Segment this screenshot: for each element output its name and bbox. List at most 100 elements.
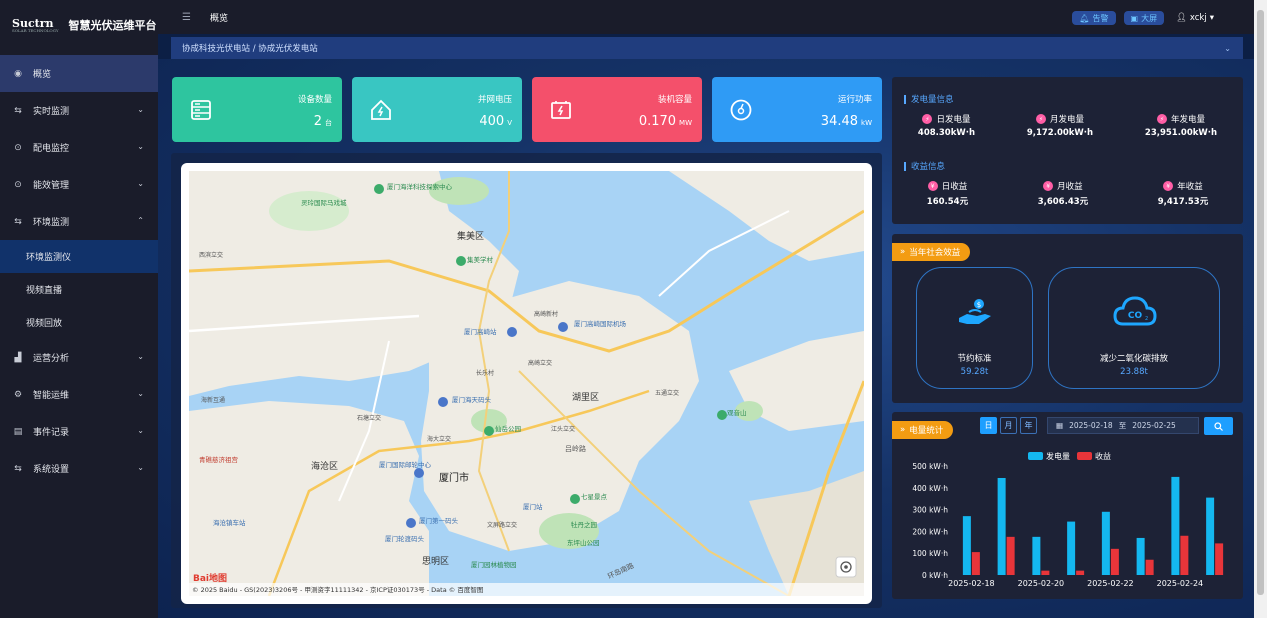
sidebar-item-label: 能效管理	[33, 181, 70, 191]
user-menu[interactable]: 👤︎ xckj ▾	[1176, 13, 1214, 23]
top-actions: 🔔︎ 告警 ▣ 大屏 👤︎ xckj ▾	[1072, 11, 1214, 25]
power-stats-panel: » 电量统计 日 月 年 ▦ 2025-02-18 至 2025-02-25 发…	[892, 412, 1243, 599]
baidu-map[interactable]: 集美区 湖里区 海沧区 厦门市 思明区 厦门高崎国际机场 厦门高崎站 集美学村 …	[189, 171, 864, 596]
map-label-botany: 厦门园林植物园	[471, 560, 517, 569]
legend-swatch	[1077, 452, 1092, 460]
user-icon: 👤︎	[1176, 13, 1187, 23]
map-label-qipan: 七星景点	[581, 492, 608, 501]
chevron-down-icon: ⌄	[137, 463, 144, 472]
chevron-down-icon: ⌄	[137, 352, 144, 361]
map-marker-guanyin[interactable]	[717, 410, 727, 420]
chevron-down-icon: ⌄	[137, 105, 144, 114]
breadcrumb-text: 协成科技光伏电站 / 协成光伏发电站	[182, 44, 318, 54]
stat-value: 23,951.00kW·h	[1144, 128, 1218, 138]
page-scrollbar[interactable]	[1254, 0, 1267, 618]
sidebar-item-records[interactable]: ▤ 事件记录 ⌄	[0, 413, 158, 450]
map-label-jimei: 集美区	[457, 230, 484, 242]
map-marker-jimei-village[interactable]	[456, 256, 466, 266]
date-end: 2025-02-25	[1132, 421, 1176, 430]
map-label-science: 厦门海洋科技探索中心	[387, 182, 453, 191]
sidebar-item-environment[interactable]: ⇆ 环境监测 ⌃	[0, 203, 158, 240]
map-marker-dock[interactable]	[438, 397, 448, 407]
map-label-guanyin: 观音山	[727, 408, 747, 417]
gauge-icon	[730, 99, 752, 121]
bigscreen-button[interactable]: ▣ 大屏	[1123, 11, 1165, 25]
sidebar-item-overview[interactable]: ◉ 概览	[0, 55, 158, 92]
map-marker-qipan[interactable]	[570, 494, 580, 504]
kpi-number: 0.170	[638, 114, 677, 129]
sidebar-subitem-live[interactable]: 视频直播	[0, 273, 158, 306]
tab-year[interactable]: 年	[1020, 417, 1037, 434]
map-label-lingling: 灵玲国际马戏城	[301, 198, 347, 207]
bigscreen-label: 大屏	[1141, 13, 1158, 23]
sidebar-item-realtime[interactable]: ⇆ 实时监测 ⌄	[0, 92, 158, 129]
chevron-down-icon: ⌄	[137, 426, 144, 435]
chevron-down-icon[interactable]: ⌄	[1224, 44, 1231, 53]
sidebar-item-label: 智能运维	[33, 391, 70, 401]
sidebar-item-maintenance[interactable]: ⚙ 智能运维 ⌄	[0, 376, 158, 413]
sidebar-item-analysis[interactable]: ▟ 运营分析 ⌄	[0, 339, 158, 376]
kpi-number: 400	[479, 114, 505, 129]
lightning-icon: ⚡	[922, 114, 933, 124]
sidebar-item-settings[interactable]: ⇆ 系统设置 ⌄	[0, 450, 158, 487]
search-icon	[1214, 421, 1223, 431]
sidebar-subitem-monitor[interactable]: 环境监测仪	[0, 240, 158, 273]
bar-revenue	[1145, 559, 1154, 575]
eco-card-co2: CO 2 减少二氧化碳排放 23.88t	[1048, 267, 1220, 389]
tab-day[interactable]: 日	[980, 417, 997, 434]
settings-icon: ⇆	[14, 463, 22, 474]
map-marker-park[interactable]	[484, 426, 494, 436]
map-label-dock: 厦门海天码头	[452, 395, 492, 404]
stat-label: 日发电量	[936, 115, 971, 125]
stat-day-revenue: ¥ 日收益 160.54元	[927, 180, 968, 207]
map-marker-ferry[interactable]	[406, 518, 416, 528]
date-range-picker[interactable]: ▦ 2025-02-18 至 2025-02-25	[1047, 417, 1199, 434]
search-button[interactable]	[1204, 417, 1233, 435]
kpi-label: 装机容量	[657, 95, 692, 105]
menu-toggle-icon[interactable]: ☰	[182, 12, 194, 23]
map-marker-plane[interactable]	[558, 322, 568, 332]
bar-generation	[997, 477, 1006, 575]
y-tick-label: 100 kW·h	[912, 549, 948, 558]
map-label-dongdu: 厦门站	[523, 502, 543, 511]
caret-down-icon: ▾	[1209, 13, 1214, 23]
alarm-button[interactable]: 🔔︎ 告警	[1072, 11, 1116, 25]
social-benefit-title: » 当年社会效益	[892, 243, 971, 261]
legend-swatch	[1028, 452, 1043, 460]
map-label-ferry2: 厦门轮渡码头	[385, 534, 425, 543]
bar-generation	[1101, 511, 1110, 575]
yuan-icon: ¥	[1043, 181, 1054, 191]
bar-revenue	[1215, 543, 1224, 575]
logo-sub: SOLAR TECHNOLOGY	[12, 27, 59, 33]
top-bar: ☰ 概览 🔔︎ 告警 ▣ 大屏 👤︎ xckj ▾	[158, 0, 1254, 34]
brand-logo[interactable]: Suctrn SOLAR TECHNOLOGY 智慧光伏运维平台	[0, 0, 158, 50]
sidebar-subitem-playback[interactable]: 视频回放	[0, 306, 158, 339]
svg-text:$: $	[977, 301, 981, 309]
map-label-dongping: 东坪山公园	[567, 538, 600, 547]
map-label-airport-gaoqi: 厦门高崎站	[464, 327, 497, 336]
bar-generation	[1206, 497, 1215, 575]
map-label-gaoqi-village: 高崎新村	[534, 310, 558, 318]
sidebar-item-power[interactable]: ⊙ 配电监控 ⌄	[0, 129, 158, 166]
kpi-card-voltage: 并网电压 400 V	[352, 77, 522, 142]
tab-month[interactable]: 月	[1000, 417, 1017, 434]
kpi-card-capacity: 装机容量 0.170 MW	[532, 77, 702, 142]
scrollbar-thumb[interactable]	[1257, 10, 1264, 595]
generation-stats: ⚡ 日发电量 408.30kW·h ⚡ 月发电量 9,172.00kW·h ⚡ 年发电…	[892, 113, 1243, 138]
bar-revenue	[1180, 535, 1189, 575]
map-container[interactable]: 集美区 湖里区 海沧区 厦门市 思明区 厦门高崎国际机场 厦门高崎站 集美学村 …	[181, 163, 872, 604]
map-marker-cruise[interactable]	[414, 468, 424, 478]
kpi-card-power: 运行功率 34.48 kW	[712, 77, 882, 142]
map-label-ferry: 厦门第一码头	[419, 516, 459, 525]
map-label-cruise: 厦门国际邮轮中心	[379, 460, 432, 469]
double-chevron-icon: »	[900, 425, 906, 435]
map-marker-science[interactable]	[374, 184, 384, 194]
revenue-title: 收益信息	[904, 160, 945, 172]
sidebar-subitem-label: 视频回放	[26, 319, 63, 329]
period-tabs: 日 月 年	[980, 417, 1037, 434]
breadcrumb[interactable]: 协成科技光伏电站 / 协成光伏发电站 ⌄	[171, 37, 1243, 59]
sidebar-item-efficiency[interactable]: ⊙ 能效管理 ⌄	[0, 166, 158, 203]
sidebar: Suctrn SOLAR TECHNOLOGY 智慧光伏运维平台 ◉ 概览 ⇆ …	[0, 0, 158, 618]
map-label-culture: 文屏路立交	[487, 521, 517, 529]
map-marker-airport[interactable]	[507, 327, 517, 337]
